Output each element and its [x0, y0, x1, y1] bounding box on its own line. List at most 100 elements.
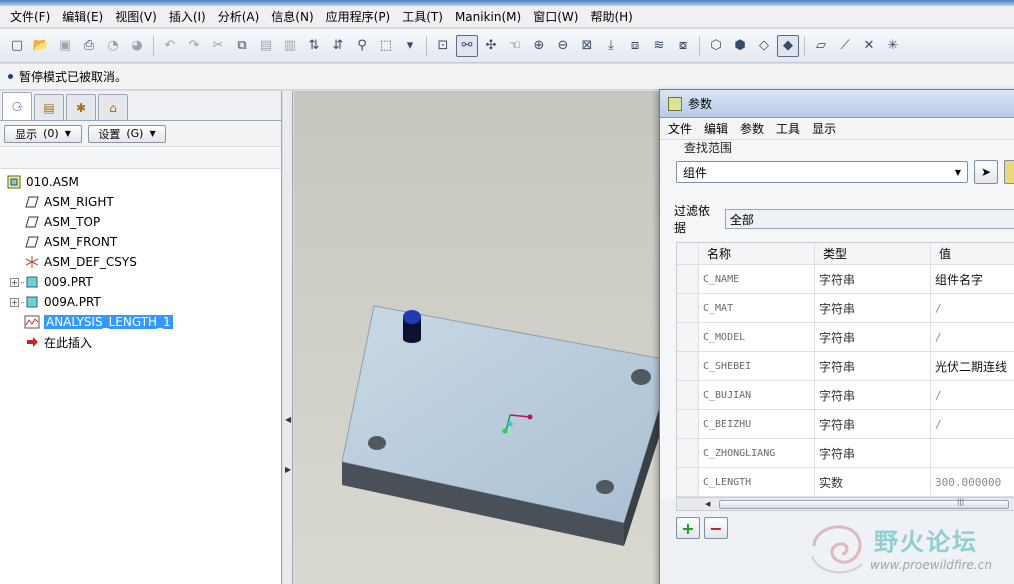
column-header-type[interactable]: 类型: [815, 243, 931, 264]
menu-info[interactable]: 信息(N): [265, 6, 319, 28]
selection-dropdown-icon[interactable]: ▾: [399, 35, 421, 57]
undo-icon[interactable]: ↶: [159, 35, 181, 57]
param-value-cell[interactable]: /: [931, 381, 1014, 409]
param-value-cell[interactable]: 组件名字: [931, 265, 1014, 293]
param-type-cell[interactable]: 字符串: [815, 323, 931, 351]
param-type-cell[interactable]: 字符串: [815, 381, 931, 409]
expand-right-icon[interactable]: ▶: [285, 465, 291, 474]
tree-node-asm-def-csys[interactable]: ASM_DEF_CSYS: [0, 252, 281, 272]
param-value-cell[interactable]: [931, 439, 1014, 467]
tree-node-asm-top[interactable]: ASM_TOP: [0, 212, 281, 232]
dialog-menu-show[interactable]: 显示: [812, 120, 836, 137]
param-value-cell[interactable]: /: [931, 294, 1014, 322]
layers-icon[interactable]: ≋: [648, 35, 670, 57]
dialog-menu-tools[interactable]: 工具: [776, 120, 800, 137]
select-object-button[interactable]: ➤: [974, 160, 998, 184]
new-file-icon[interactable]: ▢: [6, 35, 28, 57]
collapse-left-icon[interactable]: ◀: [285, 415, 291, 424]
view-manager-icon[interactable]: ⧇: [672, 35, 694, 57]
copy-icon[interactable]: ⧉: [231, 35, 253, 57]
tree-node-analysis[interactable]: ANALYSIS_LENGTH_1: [0, 312, 281, 332]
menu-help[interactable]: 帮助(H): [584, 6, 638, 28]
regenerate-manager-icon[interactable]: ⇵: [327, 35, 349, 57]
menu-insert[interactable]: 插入(I): [163, 6, 212, 28]
tree-node-assembly[interactable]: 010.ASM: [0, 172, 281, 192]
model-tree-tab-icon[interactable]: ⚆: [2, 92, 32, 120]
print-icon[interactable]: ⎙: [78, 35, 100, 57]
no-hidden-icon[interactable]: ◇: [753, 35, 775, 57]
param-name-cell[interactable]: C_LENGTH: [699, 468, 815, 496]
zoom-out-icon[interactable]: ⊖: [552, 35, 574, 57]
param-type-cell[interactable]: 字符串: [815, 410, 931, 438]
find-icon[interactable]: ⚲: [351, 35, 373, 57]
scope-select[interactable]: 组件 ▼: [676, 161, 968, 183]
orient-mode-icon[interactable]: ✣: [480, 35, 502, 57]
dialog-menu-parameters[interactable]: 参数: [740, 120, 764, 137]
paste-icon[interactable]: ▤: [255, 35, 277, 57]
dialog-menu-edit[interactable]: 编辑: [704, 120, 728, 137]
favorites-tab-icon[interactable]: ✱: [66, 94, 96, 120]
shading-icon[interactable]: ◆: [777, 34, 799, 57]
menu-file[interactable]: 文件(F): [4, 6, 56, 28]
column-header-value[interactable]: 值: [931, 243, 1014, 264]
save-icon[interactable]: ▣: [54, 35, 76, 57]
param-type-cell[interactable]: 实数: [815, 468, 931, 496]
table-horizontal-scrollbar[interactable]: ◀ |||: [676, 497, 1014, 511]
table-row[interactable]: C_BUJIAN 字符串 /: [677, 381, 1014, 410]
column-header-name[interactable]: 名称: [699, 243, 815, 264]
open-folder-icon[interactable]: 📂: [30, 35, 52, 57]
dialog-title-bar[interactable]: 参数: [660, 90, 1014, 118]
param-name-cell[interactable]: C_BUJIAN: [699, 381, 815, 409]
menu-edit[interactable]: 编辑(E): [56, 6, 109, 28]
selection-box-icon[interactable]: ⬚: [375, 35, 397, 57]
table-row[interactable]: C_SHEBEI 字符串 光伏二期连线: [677, 352, 1014, 381]
datum-planes-icon[interactable]: ▱: [810, 35, 832, 57]
param-value-cell[interactable]: /: [931, 323, 1014, 351]
menu-analysis[interactable]: 分析(A): [212, 6, 266, 28]
datum-points-icon[interactable]: ✕: [858, 35, 880, 57]
param-type-cell[interactable]: 字符串: [815, 265, 931, 293]
menu-manikin[interactable]: Manikin(M): [449, 6, 527, 28]
param-name-cell[interactable]: C_BEIZHU: [699, 410, 815, 438]
param-type-cell[interactable]: 字符串: [815, 294, 931, 322]
cut-icon[interactable]: ✂: [207, 35, 229, 57]
param-name-cell[interactable]: C_MODEL: [699, 323, 815, 351]
tree-node-part-009[interactable]: + 009.PRT: [0, 272, 281, 292]
table-row[interactable]: C_NAME 字符串 组件名字: [677, 265, 1014, 294]
expand-icon[interactable]: +: [10, 297, 19, 307]
remove-parameter-button[interactable]: −: [704, 517, 728, 539]
add-parameter-button[interactable]: +: [676, 517, 700, 539]
saved-views-icon[interactable]: ⧈: [624, 35, 646, 57]
panel-splitter[interactable]: ◀ ▶: [283, 91, 293, 584]
table-row[interactable]: C_MODEL 字符串 /: [677, 323, 1014, 352]
param-type-cell[interactable]: 字符串: [815, 352, 931, 380]
settings-button[interactable]: 设置 (G) ▼: [88, 124, 166, 143]
param-name-cell[interactable]: C_SHEBEI: [699, 352, 815, 380]
repaint-icon[interactable]: ⊡: [432, 35, 454, 57]
scope-extra-button[interactable]: [1004, 160, 1014, 184]
table-row[interactable]: C_BEIZHU 字符串 /: [677, 410, 1014, 439]
scrollbar-thumb[interactable]: [719, 500, 1009, 509]
scroll-left-icon[interactable]: ◀: [677, 500, 710, 508]
filter-select[interactable]: 全部: [724, 209, 1014, 229]
table-row[interactable]: C_LENGTH 实数 300.000000: [677, 468, 1014, 497]
reorient-icon[interactable]: ⤓: [600, 35, 622, 57]
menu-window[interactable]: 窗口(W): [527, 6, 584, 28]
send-mail-icon[interactable]: ◔: [102, 35, 124, 57]
param-name-cell[interactable]: C_ZHONGLIANG: [699, 439, 815, 467]
menu-applications[interactable]: 应用程序(P): [320, 6, 397, 28]
csys-display-icon[interactable]: ✳: [882, 35, 904, 57]
connections-tab-icon[interactable]: ⌂: [98, 94, 128, 120]
table-row[interactable]: C_MAT 字符串 /: [677, 294, 1014, 323]
tree-node-asm-right[interactable]: ASM_RIGHT: [0, 192, 281, 212]
show-button[interactable]: 显示 (0) ▼: [4, 124, 82, 143]
redo-icon[interactable]: ↷: [183, 35, 205, 57]
tree-node-part-009a[interactable]: + 009A.PRT: [0, 292, 281, 312]
param-value-cell[interactable]: 光伏二期连线: [931, 352, 1014, 380]
folder-browser-tab-icon[interactable]: ▤: [34, 94, 64, 120]
refit-icon[interactable]: ⊠: [576, 35, 598, 57]
hidden-line-icon[interactable]: ⬢: [729, 35, 751, 57]
pan-hand-icon[interactable]: ☜: [504, 35, 526, 57]
dialog-menu-file[interactable]: 文件: [668, 120, 692, 137]
param-type-cell[interactable]: 字符串: [815, 439, 931, 467]
